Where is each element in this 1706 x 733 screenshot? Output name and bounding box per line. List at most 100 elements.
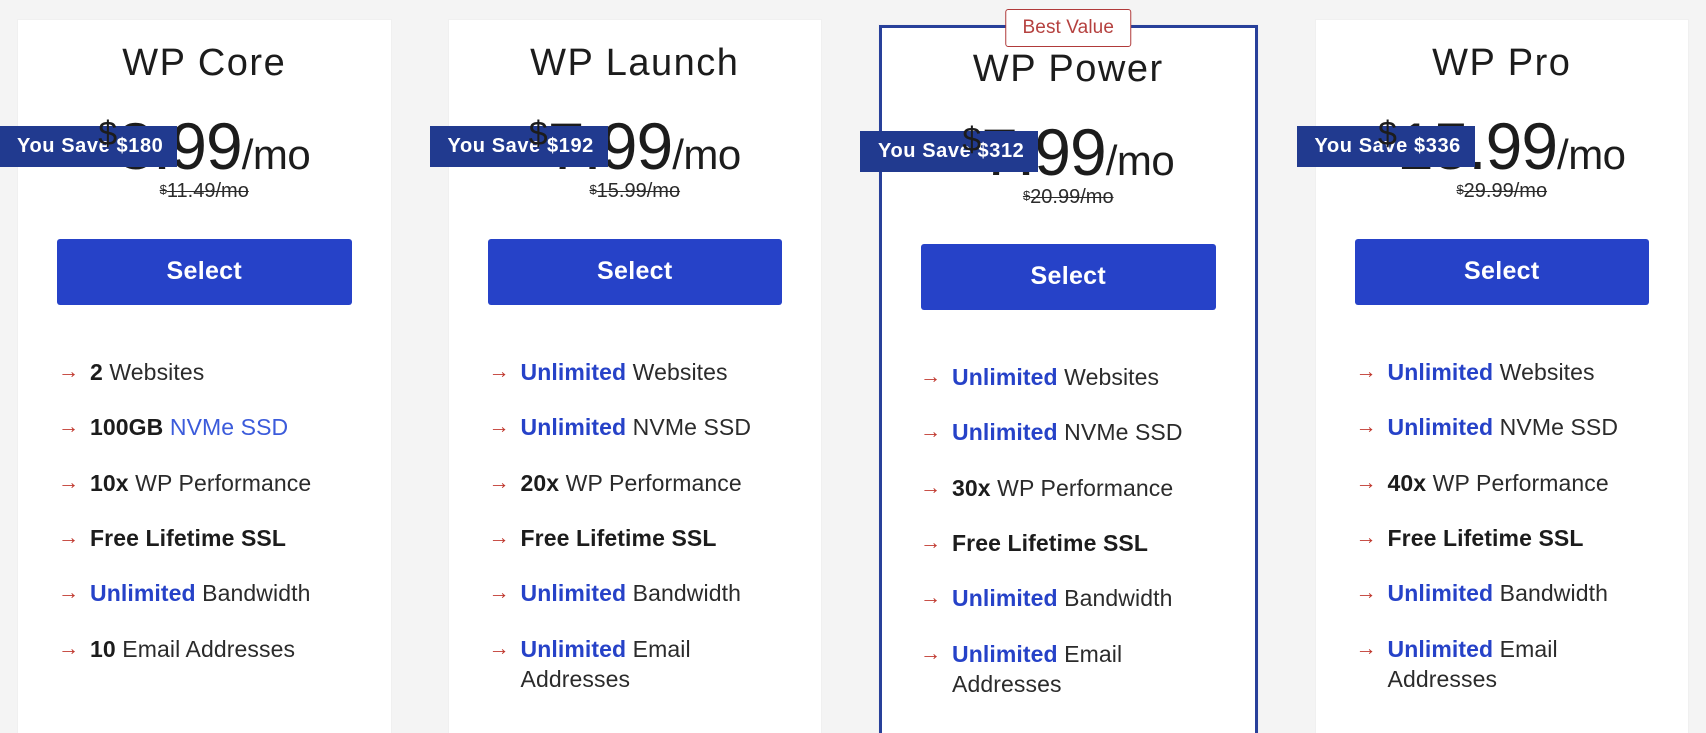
feature-item: → Unlimited NVMe SSD [920,417,1233,447]
feature-rest: WP Performance [559,469,742,496]
original-price-value: 20.99/mo [1030,186,1114,208]
feature-rest: Websites [1493,359,1595,385]
feature-rest: NVMe SSD [1057,419,1183,446]
arrow-right-icon: → [488,470,510,494]
feature-text: Unlimited Email Addresses [952,639,1233,700]
price-period: /mo [1557,131,1626,178]
feature-text: 10 Email Addresses [90,634,369,664]
feature-text: Free Lifetime SSL [521,523,800,553]
plan-title: WP Pro [1432,42,1572,84]
feature-emphasis: Unlimited [520,635,627,662]
feature-text: 20x WP Performance [521,468,800,498]
original-price-currency-symbol: $ [1456,182,1464,197]
feature-list: → 2 Websites → 100GB NVMe SSD → 10x WP Perfor… [18,357,391,664]
original-price: $20.99/mo [882,186,1255,209]
select-button[interactable]: Select [57,239,352,305]
plan-card-wp-power: Best Value WP Power You Save $312 $7.99/mo $… [860,9,1258,733]
feature-text: 10x WP Performance [90,468,369,498]
feature-text: 40x WP Performance [1388,468,1667,498]
you-save-badge: You Save $312 [860,131,1039,172]
feature-emphasis: 10x [90,469,129,496]
feature-text: 30x WP Performance [952,473,1233,503]
feature-text: Unlimited NVMe SSD [952,417,1233,447]
feature-emphasis: Unlimited [952,364,1058,390]
feature-rest: Websites [102,359,205,385]
feature-emphasis: Unlimited [952,585,1058,612]
feature-emphasis: Unlimited [952,640,1058,667]
feature-emphasis: Unlimited [520,414,627,441]
feature-text: Unlimited Bandwidth [1388,578,1667,608]
arrow-right-icon: → [58,636,80,660]
feature-item: → Unlimited Bandwidth [489,578,800,608]
feature-emphasis: Unlimited [1387,580,1494,607]
select-button[interactable]: Select [1354,239,1649,305]
feature-rest: Bandwidth [1057,585,1173,612]
arrow-right-icon: → [920,420,942,444]
original-price-currency-symbol: $ [589,182,597,197]
best-value-badge: Best Value [1005,9,1131,47]
feature-rest: WP Performance [128,469,312,496]
feature-emphasis: Free Lifetime SSL [90,525,286,552]
price-currency-symbol: $ [528,115,548,153]
arrow-right-icon: → [1355,636,1377,660]
price-currency-symbol: $ [98,115,118,153]
feature-text: 100GB NVMe SSD [90,412,369,442]
feature-rest: NVMe SSD [626,414,752,441]
feature-item: → Unlimited Websites [920,362,1233,392]
feature-item: → Free Lifetime SSL [1356,523,1667,553]
arrow-right-icon: → [58,360,80,383]
feature-item: → 100GB NVMe SSD [58,412,369,442]
feature-text: Unlimited Email Addresses [1388,634,1667,695]
original-price: $11.49/mo [18,180,391,203]
original-price: $15.99/mo [449,180,822,203]
arrow-right-icon: → [58,470,80,494]
feature-item: → Unlimited NVMe SSD [489,412,800,442]
feature-emphasis: Unlimited [1387,414,1494,441]
feature-item: → Unlimited Websites [489,357,800,387]
plan-title: WP Core [122,42,287,84]
feature-emphasis: Free Lifetime SSL [952,530,1148,557]
select-button[interactable]: Select [921,244,1216,310]
feature-emphasis: 2 [90,359,103,385]
feature-text: Free Lifetime SSL [952,528,1233,558]
feature-item: → Unlimited Email Addresses [1356,634,1667,695]
original-price-currency-symbol: $ [159,182,167,197]
feature-text: Unlimited Email Addresses [521,634,800,695]
feature-list: → Unlimited Websites → Unlimited NVMe SSD → 3… [882,362,1255,700]
feature-emphasis: 100GB [90,414,164,441]
feature-item: → Unlimited Email Addresses [489,634,800,695]
price-period: /mo [672,131,741,178]
feature-item: → 30x WP Performance [920,473,1233,503]
feature-emphasis: Unlimited [1387,359,1494,385]
feature-item: → 2 Websites [58,357,369,387]
feature-emphasis: 40x [1387,469,1427,496]
feature-rest: NVMe SSD [1493,414,1619,441]
feature-rest: Email Addresses [115,635,296,662]
arrow-right-icon: → [1355,581,1377,605]
feature-item: → Free Lifetime SSL [920,528,1233,558]
price-currency-symbol: $ [962,121,982,159]
arrow-right-icon: → [920,641,942,665]
arrow-right-icon: → [58,581,80,605]
plan-card-wp-core: WP Core You Save $180 $3.99/mo $11.49/mo Sel… [0,20,391,733]
you-save-badge: You Save $180 [0,126,178,167]
arrow-right-icon: → [488,360,510,383]
original-price-currency-symbol: $ [1022,188,1031,203]
feature-item: → 20x WP Performance [489,468,800,498]
feature-item: → Unlimited Websites [1356,357,1667,387]
arrow-right-icon: → [920,475,942,499]
arrow-right-icon: → [488,636,510,660]
feature-item: → Free Lifetime SSL [489,523,800,553]
pricing-plans-grid: WP Core You Save $180 $3.99/mo $11.49/mo Sel… [0,0,1706,733]
original-price-value: 11.49/mo [166,180,249,202]
plan-card-wp-launch: WP Launch You Save $192 $7.99/mo $15.99/mo S… [429,20,822,733]
price-period: /mo [241,131,311,178]
arrow-right-icon: → [1355,470,1377,494]
select-button[interactable]: Select [487,239,782,305]
feature-item: → Unlimited Bandwidth [58,578,369,608]
price-period: /mo [1105,137,1175,184]
feature-text: Free Lifetime SSL [1388,523,1667,553]
arrow-right-icon: → [58,526,80,550]
arrow-right-icon: → [1355,415,1377,439]
feature-emphasis: 10 [90,635,116,662]
